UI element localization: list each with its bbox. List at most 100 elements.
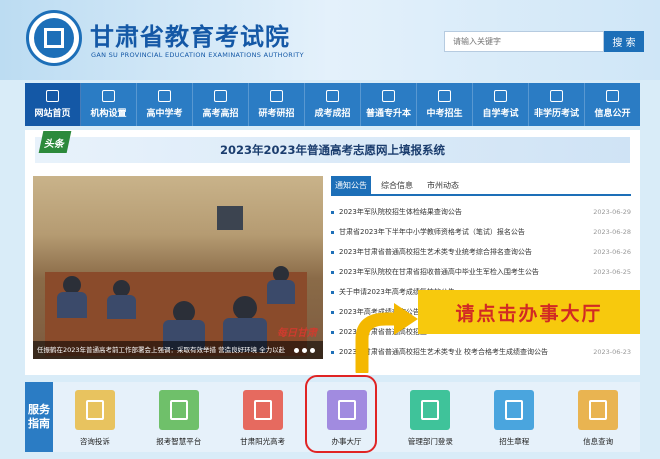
person-icon <box>158 90 171 102</box>
nav-item-home[interactable]: 网站首页 <box>25 83 81 126</box>
bullet-icon <box>331 290 334 294</box>
bullet-icon <box>331 270 334 274</box>
nav-label: 中考招生 <box>426 109 463 119</box>
news-date: 2023-06-25 <box>593 268 631 276</box>
news-date: 2023-06-29 <box>593 208 631 216</box>
bullet-icon <box>331 210 334 214</box>
nav-item-gaokao[interactable]: 高考高招 <box>193 83 249 126</box>
news-photo-carousel[interactable]: 每日甘肃 任振鹤在2023年普通高考前工作部署会上强调：采取有效举措 营造良好环… <box>33 176 323 359</box>
list-item[interactable]: 2023年甘肃省普通高校招生艺术类专业统考综合排名查询公告 2023-06-26 <box>331 242 631 262</box>
book-icon <box>326 90 339 102</box>
list-item[interactable]: 2023年军队院校招生体检结果查询公告 2023-06-29 <box>331 202 631 222</box>
service-info-query[interactable]: 信息查询 <box>556 382 640 452</box>
nav-item-upgrade[interactable]: 普通专升本 <box>361 83 417 126</box>
people-icon <box>438 90 451 102</box>
main-nav: 网站首页 机构设置 高中学考 高考高招 研考研招 成考成招 普通专升本 中考招生… <box>25 83 640 126</box>
bullet-icon <box>331 310 334 314</box>
graduation-cap-icon <box>270 90 283 102</box>
service-admission-charter[interactable]: 招生章程 <box>472 382 556 452</box>
photo-caption[interactable]: 任振鹤在2023年普通高考前工作部署会上强调：采取有效举措 营造良好环境 全力以… <box>33 341 323 359</box>
service-label-line: 服务 <box>28 403 50 416</box>
nav-item-postgraduate[interactable]: 研考研招 <box>249 83 305 126</box>
nav-item-self-study[interactable]: 自学考试 <box>473 83 529 126</box>
news-date: 2023-06-23 <box>593 348 631 356</box>
bullet-icon <box>331 350 334 354</box>
service-consult-complaint[interactable]: 咨询投诉 <box>53 382 137 452</box>
pencil-icon <box>214 90 227 102</box>
office-hall-highlight <box>305 375 377 453</box>
news-title[interactable]: 2023年军队院校招生体检结果查询公告 <box>339 207 589 217</box>
carousel-dots <box>294 348 315 353</box>
nav-label: 自学考试 <box>482 109 519 119</box>
site-header: 甘肃省教育考试院 GAN SU PROVINCIAL EDUCATION EXA… <box>0 0 660 80</box>
nav-label: 高中学考 <box>146 109 183 119</box>
carousel-dot[interactable] <box>310 348 315 353</box>
nav-item-info-public[interactable]: 信息公开 <box>585 83 640 126</box>
service-sunshine-gaokao[interactable]: 甘肃阳光高考 <box>221 382 305 452</box>
photo-watermark: 每日甘肃 <box>277 328 317 339</box>
headline-banner[interactable]: 2023年2023年普通高考志愿网上填报系统 头条 <box>35 131 630 163</box>
photo-person <box>267 280 295 304</box>
list-icon <box>242 390 283 430</box>
monitor-icon <box>494 90 507 102</box>
news-title[interactable]: 甘肃省2023年下半年中小学教师资格考试（笔试）报名公告 <box>339 227 589 237</box>
site-logo[interactable] <box>26 10 82 66</box>
news-date: 2023-06-26 <box>593 248 631 256</box>
service-guide-label: 服务 指南 <box>25 382 53 452</box>
service-label: 信息查询 <box>583 437 614 446</box>
photo-person <box>233 296 257 320</box>
building-icon <box>102 90 115 102</box>
callout-banner: 请点击办事大厅 <box>418 290 640 334</box>
site-subtitle: GAN SU PROVINCIAL EDUCATION EXAMINATIONS… <box>91 51 304 59</box>
headline-tag-label: 头条 <box>43 138 66 150</box>
carousel-dot[interactable] <box>294 348 299 353</box>
service-label: 招生章程 <box>499 437 530 446</box>
callout-text: 请点击办事大厅 <box>455 302 603 325</box>
headline-title[interactable]: 2023年2023年普通高考志愿网上填报系统 <box>35 137 630 163</box>
nav-item-middle-school[interactable]: 中考招生 <box>417 83 473 126</box>
nav-label: 研考研招 <box>258 109 295 119</box>
bullet-icon <box>331 250 334 254</box>
service-exam-platform[interactable]: 报考智慧平台 <box>137 382 221 452</box>
nav-label: 普通专升本 <box>365 109 411 119</box>
service-label-line: 指南 <box>28 417 50 430</box>
site-title: 甘肃省教育考试院 <box>90 23 290 51</box>
id-card-icon <box>550 90 563 102</box>
service-admin-login[interactable]: 管理部门登录 <box>388 382 472 452</box>
home-icon <box>46 90 59 102</box>
photo-person <box>107 295 136 319</box>
main-content: 2023年2023年普通高考志愿网上填报系统 头条 每日甘肃 任振鹤在2023年… <box>25 130 640 375</box>
document-icon <box>158 390 199 430</box>
nav-label: 非学历考试 <box>533 109 579 119</box>
nav-item-high-school-exam[interactable]: 高中学考 <box>137 83 193 126</box>
bullet-icon <box>331 330 334 334</box>
photo-person <box>57 292 87 318</box>
nav-label: 网站首页 <box>34 109 71 119</box>
nav-label: 信息公开 <box>594 109 631 119</box>
carousel-dot[interactable] <box>302 348 307 353</box>
nav-item-non-degree[interactable]: 非学历考试 <box>529 83 585 126</box>
search-input[interactable] <box>444 31 604 52</box>
tab-notices[interactable]: 通知公告 <box>331 176 371 196</box>
news-date: 2023-06-28 <box>593 228 631 236</box>
list-item[interactable]: 甘肃省2023年下半年中小学教师资格考试（笔试）报名公告 2023-06-28 <box>331 222 631 242</box>
news-tabs: 通知公告 综合信息 市州动态 <box>331 176 631 196</box>
nav-item-organization[interactable]: 机构设置 <box>81 83 137 126</box>
tab-city-news[interactable]: 市州动态 <box>423 176 463 196</box>
news-title[interactable]: 2023年甘肃省普通高校招生艺术类专业统考综合排名查询公告 <box>339 247 589 257</box>
nav-item-adult-exam[interactable]: 成考成招 <box>305 83 361 126</box>
pen-paper-icon <box>74 390 115 430</box>
file-icon <box>494 390 535 430</box>
logo-emblem-icon <box>34 18 74 58</box>
search-button[interactable]: 搜 索 <box>604 31 644 52</box>
list-item[interactable]: 2023年军队院校在甘肃省招收普通高中毕业生军检入围考生公告 2023-06-25 <box>331 262 631 282</box>
envelope-icon <box>606 90 619 102</box>
news-title[interactable]: 2023年军队院校在甘肃省招收普通高中毕业生军检入围考生公告 <box>339 267 589 277</box>
photo-screen <box>217 206 243 230</box>
headline-tag: 头条 <box>38 131 72 153</box>
hierarchy-icon <box>410 390 451 430</box>
screen-icon <box>382 90 395 102</box>
tab-general-info[interactable]: 综合信息 <box>377 176 417 196</box>
service-label: 报考智慧平台 <box>156 437 202 446</box>
service-label: 管理部门登录 <box>407 437 453 446</box>
